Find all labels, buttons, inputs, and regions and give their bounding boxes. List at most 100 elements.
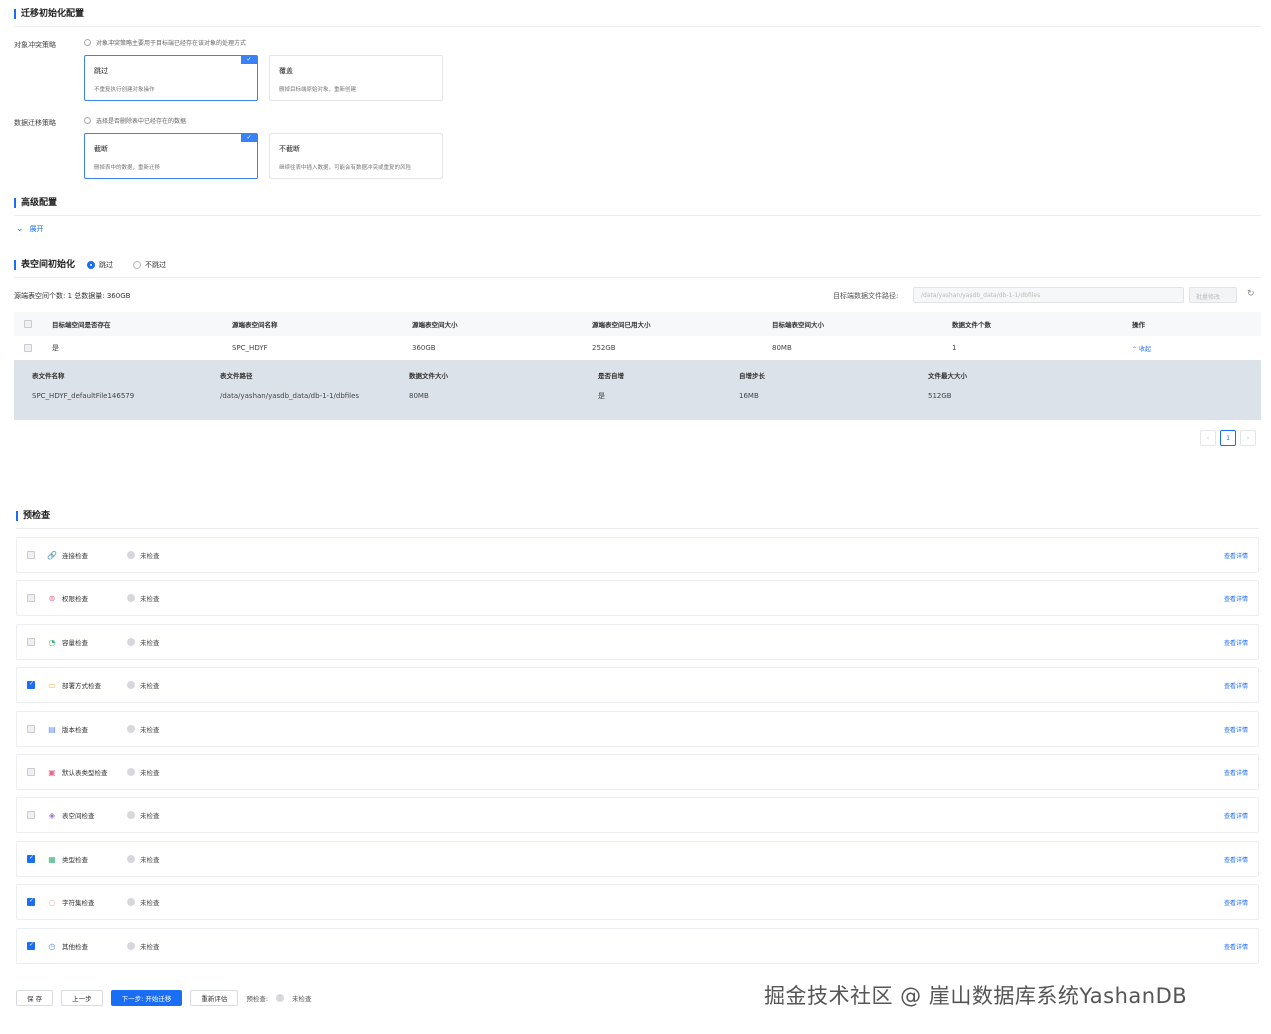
radio-skip[interactable]: 跳过 [87, 260, 113, 270]
precheck-row: 🔗 连接检查 未检查 查看详情 [16, 537, 1259, 573]
data-option-truncate[interactable]: ✓ 截断 删掉表中的数据，重新迁移 [84, 133, 258, 179]
view-details-link[interactable]: 查看详情 [1224, 551, 1248, 560]
tablespace-section-title: 表空间初始化 [14, 259, 75, 271]
data-strategy-hint: 选择是否删除表中已经存在的数据 [84, 116, 186, 125]
precheck-status: 未检查 [140, 682, 160, 690]
precheck-status: 未检查 [140, 552, 160, 560]
divider [14, 26, 1261, 27]
precheck-checkbox[interactable] [27, 768, 35, 776]
view-details-link[interactable]: 查看详情 [1224, 811, 1248, 820]
precheck-status: 未检查 [140, 595, 160, 603]
subtable-header: 表文件名称 表文件路径 数据文件大小 是否自增 自增步长 文件最大大小 [14, 360, 1261, 384]
radio-on-icon [87, 261, 95, 269]
migration-section-title: 迁移初始化配置 [14, 8, 84, 20]
precheck-checkbox[interactable] [27, 551, 35, 559]
status-dot-icon [127, 638, 135, 646]
precheck-row: ◌ 字符集检查 未检查 查看详情 [16, 884, 1259, 920]
sub-cell: 是 [598, 392, 605, 400]
precheck-type-icon: ▦ [48, 854, 56, 864]
conflict-strategy-hint: 对象冲突策略主要用于目标端已经存在该对象的处理方式 [84, 38, 246, 47]
view-details-link[interactable]: 查看详情 [1224, 855, 1248, 864]
refresh-icon[interactable]: ↻ [1247, 289, 1255, 299]
advanced-section-title: 高级配置 [14, 197, 57, 209]
status-dot-icon [127, 594, 135, 602]
cell-used: 252GB [592, 344, 616, 352]
view-details-link[interactable]: 查看详情 [1224, 681, 1248, 690]
option-title: 覆盖 [279, 67, 293, 75]
view-details-link[interactable]: 查看详情 [1224, 725, 1248, 734]
chevron-up-icon: ⌃ [1132, 345, 1139, 353]
precheck-name: 部署方式检查 [62, 682, 101, 690]
view-details-link[interactable]: 查看详情 [1224, 638, 1248, 647]
expand-label: 展开 [29, 225, 44, 233]
divider [14, 277, 1261, 278]
precheck-type-icon: ▣ [48, 767, 56, 777]
view-details-link[interactable]: 查看详情 [1224, 768, 1248, 777]
precheck-checkbox[interactable] [27, 854, 35, 863]
precheck-row: ▭ 部署方式检查 未检查 查看详情 [16, 667, 1259, 703]
batch-modify-button[interactable]: 批量修改 [1189, 287, 1237, 303]
radio-noskip-label: 不跳过 [145, 261, 166, 269]
precheck-checkbox[interactable] [27, 638, 35, 646]
next-page-button[interactable]: › [1240, 430, 1256, 446]
prev-step-button[interactable]: 上一步 [61, 990, 103, 1006]
path-label: 目标端数据文件路径: [833, 292, 899, 300]
precheck-checkbox[interactable] [27, 941, 35, 950]
conflict-option-overwrite[interactable]: 覆盖 删掉目标端原始对象，重新创建 [269, 55, 443, 101]
sub-col-header: 数据文件大小 [409, 371, 448, 380]
cell-exists: 是 [52, 344, 59, 352]
radio-noskip[interactable]: 不跳过 [133, 260, 166, 270]
tablespace-stats: 源端表空间个数: 1 总数据量: 360GB [14, 292, 131, 300]
view-details-link[interactable]: 查看详情 [1224, 942, 1248, 951]
prev-page-button[interactable]: ‹ [1200, 430, 1216, 446]
path-input[interactable]: /data/yashan/yasdb_data/db-1-1/dbfiles [913, 287, 1184, 303]
precheck-checkbox[interactable] [27, 680, 35, 689]
header-checkbox[interactable] [24, 320, 32, 328]
precheck-row: ▣ 默认表类型检查 未检查 查看详情 [16, 754, 1259, 790]
conflict-option-skip[interactable]: ✓ 跳过 不重复执行创建对象操作 [84, 55, 258, 101]
status-dot-icon [127, 898, 135, 906]
page-1-button[interactable]: 1 [1220, 430, 1236, 446]
precheck-name: 连接检查 [62, 552, 88, 560]
info-icon [84, 39, 91, 46]
cell-name: SPC_HDYF [232, 344, 268, 352]
tablespace-subtable: 表文件名称 表文件路径 数据文件大小 是否自增 自增步长 文件最大大小 SPC_… [14, 360, 1261, 420]
precheck-checkbox[interactable] [27, 897, 35, 906]
row-checkbox-cell [14, 336, 42, 360]
precheck-checkbox[interactable] [27, 811, 35, 819]
precheck-status: 未检查 [140, 812, 160, 820]
precheck-name: 默认表类型检查 [62, 769, 108, 777]
option-desc: 不重复执行创建对象操作 [94, 87, 155, 93]
sub-cell: SPC_HDYF_defaultFile146579 [32, 392, 135, 400]
option-title: 不截断 [279, 145, 300, 153]
status-dot-icon [127, 811, 135, 819]
next-step-button[interactable]: 下一步: 开始迁移 [110, 990, 183, 1006]
status-dot-icon [127, 855, 135, 863]
view-details-link[interactable]: 查看详情 [1224, 594, 1248, 603]
save-button[interactable]: 保 存 [16, 990, 54, 1006]
col-header: 操作 [1122, 312, 1261, 336]
status-dot-icon [127, 942, 135, 950]
sub-cell: /data/yashan/yasdb_data/db-1-1/dbfiles [220, 392, 360, 400]
reassess-button[interactable]: 重新评估 [190, 990, 239, 1006]
cell-target: 80MB [772, 344, 792, 352]
watermark: 掘金技术社区 @ 崖山数据库系统YashanDB [764, 984, 1188, 1008]
tablespace-radio-group: 跳过 不跳过 [87, 260, 166, 270]
precheck-row: ◈ 表空间检查 未检查 查看详情 [16, 797, 1259, 833]
row-checkbox[interactable] [24, 344, 32, 352]
precheck-status: 未检查 [140, 726, 160, 734]
precheck-checkbox[interactable] [27, 594, 35, 602]
conflict-hint-text: 对象冲突策略主要用于目标端已经存在该对象的处理方式 [96, 40, 247, 47]
view-details-link[interactable]: 查看详情 [1224, 898, 1248, 907]
precheck-checkbox[interactable] [27, 725, 35, 733]
advanced-expand-toggle[interactable]: ⌄ 展开 [16, 224, 44, 234]
precheck-name: 其他检查 [62, 943, 88, 951]
precheck-name: 类型检查 [62, 856, 88, 864]
status-dot-icon [127, 725, 135, 733]
precheck-type-icon: ⊚ [48, 593, 56, 603]
info-icon [84, 117, 91, 124]
precheck-row: ▦ 类型检查 未检查 查看详情 [16, 841, 1259, 877]
option-title: 跳过 [94, 67, 108, 75]
collapse-link[interactable]: ⌃ 收起 [1122, 336, 1261, 360]
data-option-no-truncate[interactable]: 不截断 继续往表中插入数据，可能会有数据冲突或重复的风险 [269, 133, 443, 179]
